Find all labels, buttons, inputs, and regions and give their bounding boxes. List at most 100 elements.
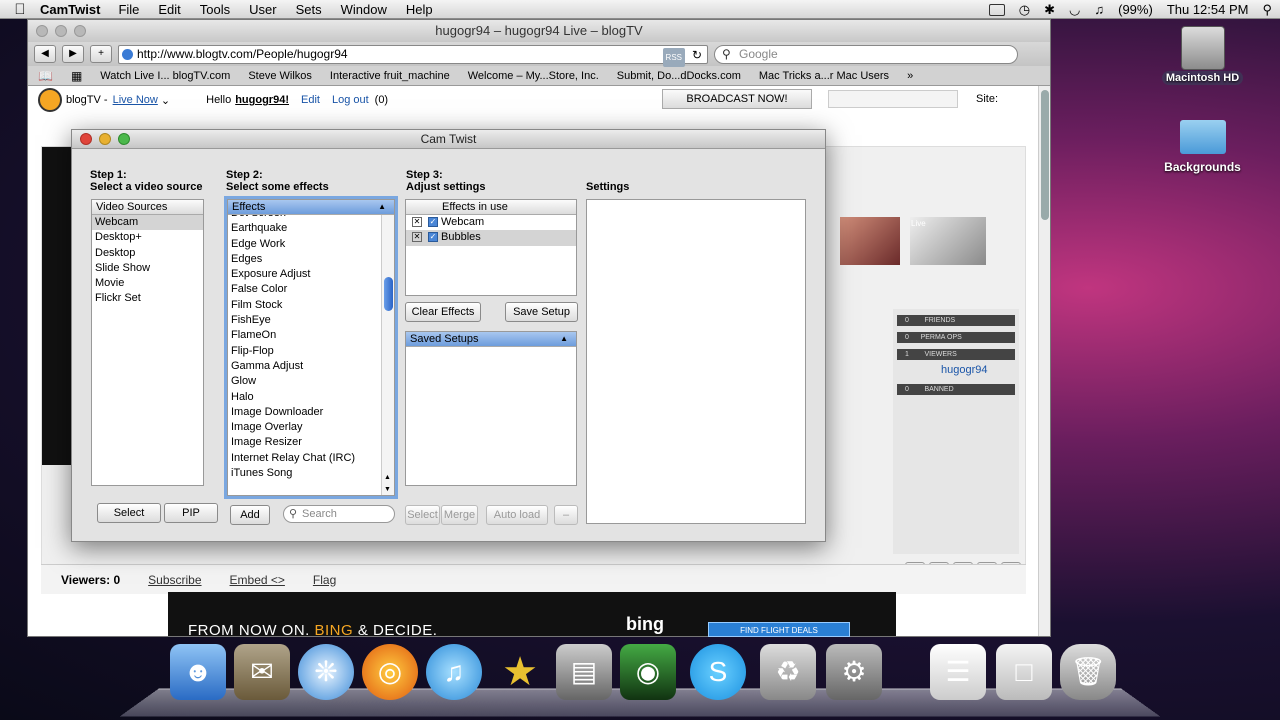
in-use-row[interactable]: ✕ ✓ Bubbles — [406, 230, 576, 246]
clear-effects-button[interactable]: Clear Effects — [405, 302, 481, 322]
live-thumbnail[interactable]: Live — [910, 217, 986, 265]
top-sites-grid-icon[interactable]: ▦ — [71, 69, 82, 83]
bookmark-item[interactable]: Steve Wilkos — [248, 70, 312, 82]
macintosh-hd-icon[interactable]: Macintosh HD — [1155, 26, 1250, 85]
effect-item[interactable]: False Color — [228, 282, 394, 297]
camtwist-minimize-button[interactable] — [99, 133, 111, 145]
bookmark-item[interactable]: Interactive fruit_machine — [330, 70, 450, 82]
trash-icon[interactable]: 🗑 — [1060, 644, 1116, 700]
camtwist-zoom-button[interactable] — [118, 133, 130, 145]
menu-file[interactable]: File — [118, 2, 139, 17]
effect-item[interactable]: Flip-Flop — [228, 344, 394, 359]
video-sources-list[interactable]: Video Sources Webcam Desktop+ Desktop Sl… — [91, 199, 204, 486]
select-setup-button[interactable]: Select — [405, 505, 440, 525]
browser-close-button[interactable] — [36, 25, 48, 37]
browser-scrollbar[interactable] — [1038, 86, 1050, 636]
friends-bar[interactable]: 0 FRIENDS — [897, 315, 1015, 326]
address-bar[interactable]: http://www.blogtv.com/People/hugogr94 RS… — [118, 44, 708, 67]
effect-item[interactable]: Image Resizer — [228, 435, 394, 450]
bluetooth-icon[interactable]: ✱ — [1044, 2, 1055, 18]
find-flight-deals-button[interactable]: FIND FLIGHT DEALS — [708, 622, 850, 637]
embed-link[interactable]: Embed <> — [230, 573, 285, 587]
effect-item[interactable]: Earthquake — [228, 221, 394, 236]
username-link[interactable]: hugogr94! — [235, 94, 289, 106]
effect-item[interactable]: Edges — [228, 252, 394, 267]
source-slide-show[interactable]: Slide Show — [92, 261, 203, 276]
pdf-document-icon[interactable]: ☰ — [930, 644, 986, 700]
logout-link[interactable]: Log out — [332, 94, 369, 106]
effect-item[interactable]: Gamma Adjust — [228, 359, 394, 374]
effect-item[interactable]: Glow — [228, 374, 394, 389]
imovie-star-icon[interactable]: ★ — [492, 644, 548, 700]
saved-setups-list[interactable]: Saved Setups ▲ — [405, 331, 577, 486]
blogtv-brand[interactable]: blogTV — [66, 94, 101, 106]
banned-bar[interactable]: 0 BANNED — [897, 384, 1015, 395]
broadcast-now-button[interactable]: BROADCAST NOW! — [662, 89, 812, 109]
browser-scroll-thumb[interactable] — [1041, 90, 1049, 220]
effect-item[interactable]: FlameOn — [228, 328, 394, 343]
time-machine-icon[interactable]: ◷ — [1019, 2, 1030, 18]
effect-item[interactable]: FishEye — [228, 313, 394, 328]
menubar-clock[interactable]: Thu 12:54 PM — [1167, 2, 1249, 17]
bookmark-item[interactable]: Watch Live I... blogTV.com — [100, 70, 230, 82]
menu-app-name[interactable]: CamTwist — [40, 2, 100, 17]
video-sources-header[interactable]: Video Sources — [92, 200, 203, 215]
scroll-up-arrow-icon[interactable]: ▲ — [384, 474, 391, 481]
browser-zoom-button[interactable] — [74, 25, 86, 37]
camera-status-icon[interactable] — [988, 3, 1005, 16]
effect-item[interactable]: Internet Relay Chat (IRC) — [228, 451, 394, 466]
effect-item[interactable]: iTunes Song — [228, 466, 394, 481]
camtwist-icon[interactable]: ◉ — [620, 644, 676, 700]
trash-full-icon[interactable]: ♻ — [760, 644, 816, 700]
effect-item[interactable]: Halo — [228, 390, 394, 405]
rss-icon[interactable]: RSS — [662, 47, 685, 67]
perma-ops-bar[interactable]: 0 PERMA OPS — [897, 332, 1015, 343]
menu-edit[interactable]: Edit — [158, 2, 180, 17]
menu-help[interactable]: Help — [406, 2, 433, 17]
backgrounds-folder[interactable]: Backgrounds — [1155, 120, 1250, 174]
effect-item[interactable]: Exposure Adjust — [228, 267, 394, 282]
finder-icon[interactable]: ☻ — [170, 644, 226, 700]
menu-user[interactable]: User — [249, 2, 276, 17]
spotlight-icon[interactable]: ⚲ — [1262, 2, 1272, 18]
add-effect-button[interactable]: Add — [230, 505, 270, 525]
bookmarks-overflow-icon[interactable]: » — [907, 70, 913, 82]
enable-checkbox[interactable]: ✓ — [428, 232, 438, 243]
wifi-icon[interactable]: ◡ — [1069, 2, 1080, 18]
volume-icon[interactable]: ♫ — [1094, 2, 1104, 17]
disk-image-icon[interactable]: □ — [996, 644, 1052, 700]
bing-ad-banner[interactable]: FROM NOW ON. BING & DECIDE. bing FIND FL… — [168, 592, 896, 639]
enable-checkbox[interactable]: ✓ — [428, 217, 438, 228]
effects-header[interactable]: Effects ▲ — [228, 200, 394, 215]
firefox-icon[interactable]: ◎ — [362, 644, 418, 700]
live-now-link[interactable]: Live Now — [113, 94, 158, 106]
google-search-field[interactable]: ⚲ Google — [714, 44, 1018, 64]
camtwist-close-button[interactable] — [80, 133, 92, 145]
back-button[interactable]: ◀ — [34, 45, 56, 63]
messages-count[interactable]: (0) — [375, 94, 388, 106]
effect-item[interactable]: Edge Work — [228, 237, 394, 252]
add-bookmark-button[interactable]: + — [90, 45, 112, 63]
effects-scroll-thumb[interactable] — [384, 277, 393, 311]
select-source-button[interactable]: Select — [97, 503, 161, 523]
chevron-down-icon[interactable]: ⌄ — [158, 94, 170, 107]
browser-minimize-button[interactable] — [55, 25, 67, 37]
remove-effect-icon[interactable]: ✕ — [412, 232, 422, 243]
merge-setup-button[interactable]: Merge — [441, 505, 478, 525]
forward-button[interactable]: ▶ — [62, 45, 84, 63]
blogtv-logo-icon[interactable] — [38, 88, 62, 112]
saved-setups-header[interactable]: Saved Setups ▲ — [406, 332, 576, 347]
auto-load-button[interactable]: Auto load — [486, 505, 548, 525]
source-desktop-plus[interactable]: Desktop+ — [92, 230, 203, 245]
scroll-down-arrow-icon[interactable]: ▼ — [384, 486, 391, 493]
source-flickr-set[interactable]: Flickr Set — [92, 291, 203, 306]
effect-item[interactable]: Image Overlay — [228, 420, 394, 435]
site-search-input[interactable] — [828, 90, 958, 108]
battery-status[interactable]: (99%) — [1118, 2, 1153, 17]
subscribe-link[interactable]: Subscribe — [148, 573, 201, 587]
flag-link[interactable]: Flag — [313, 573, 336, 587]
effects-list[interactable]: Effects▲ Dot Screen Earthquake Edge Work… — [227, 199, 395, 496]
save-setup-button[interactable]: Save Setup — [505, 302, 578, 322]
bookmark-item[interactable]: Submit, Do...dDocks.com — [617, 70, 741, 82]
apple-menu-icon[interactable]:  — [0, 1, 40, 18]
